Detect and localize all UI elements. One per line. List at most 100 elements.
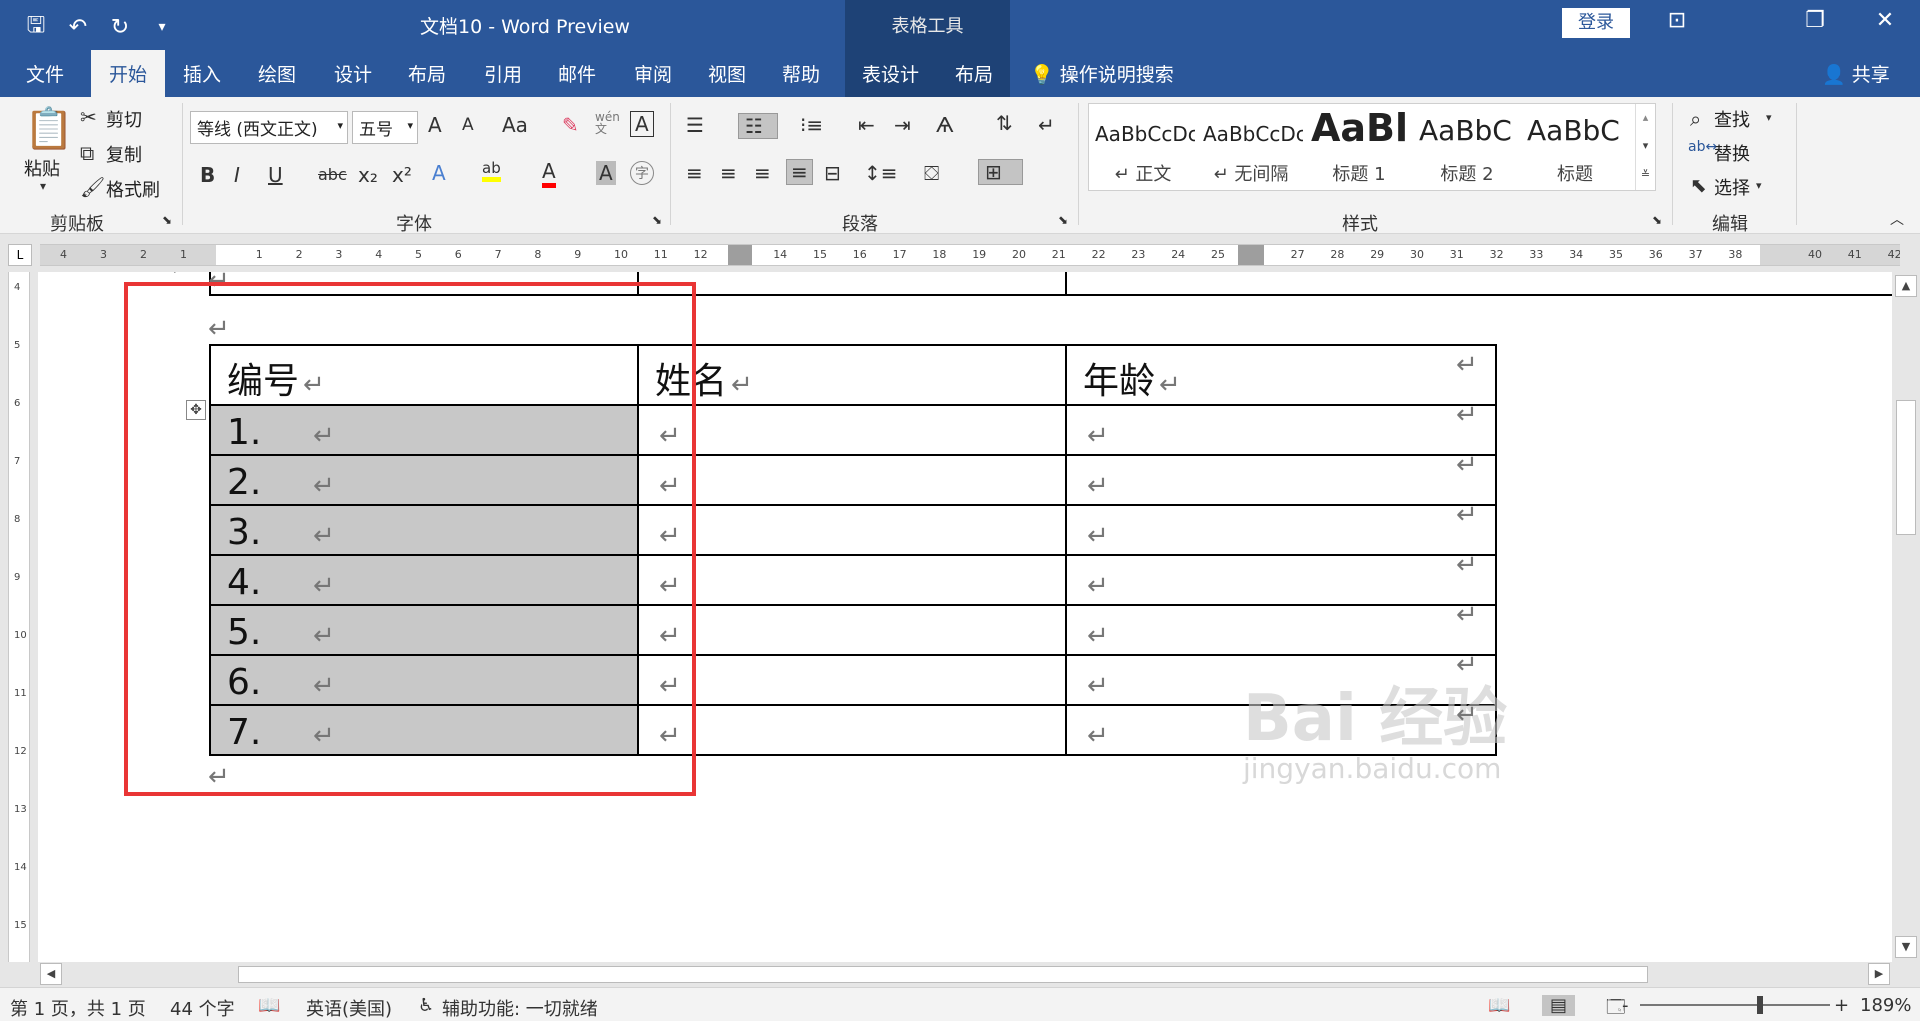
zoom-slider-thumb[interactable]: [1757, 996, 1763, 1014]
scroll-right-button[interactable]: ▶: [1868, 963, 1890, 985]
align-right-icon[interactable]: ≡: [754, 161, 771, 185]
undo-icon[interactable]: ↶: [64, 15, 92, 40]
bold-button[interactable]: B: [200, 163, 215, 187]
sort-icon[interactable]: ⇅: [996, 111, 1013, 135]
print-layout-icon[interactable]: ▤: [1542, 995, 1576, 1016]
zoom-in-button[interactable]: +: [1834, 995, 1849, 1016]
tab-references[interactable]: 引用: [484, 60, 522, 87]
multilevel-list-icon[interactable]: ⁝≡: [800, 113, 823, 137]
font-color-button[interactable]: A: [542, 159, 556, 188]
format-painter-button[interactable]: 格式刷: [106, 176, 160, 202]
underline-button[interactable]: U: [268, 163, 283, 187]
table-cell[interactable]: ↵: [637, 554, 1067, 606]
increase-indent-icon[interactable]: ⇥: [894, 113, 911, 137]
login-button[interactable]: 登录: [1562, 8, 1630, 38]
text-effects-icon[interactable]: A: [432, 161, 446, 185]
italic-button[interactable]: I: [234, 163, 240, 187]
header-cell[interactable]: 年龄 ↵: [1065, 344, 1497, 406]
chinese-layout-icon[interactable]: Ѧ: [936, 113, 954, 137]
zoom-out-button[interactable]: -: [1622, 995, 1629, 1016]
table-cell[interactable]: ↵: [637, 604, 1067, 656]
language-status[interactable]: 英语(美国): [306, 995, 392, 1021]
tab-file[interactable]: 文件: [26, 60, 64, 87]
table-cell[interactable]: ↵: [637, 454, 1067, 506]
accessibility-icon[interactable]: ♿: [418, 995, 434, 1016]
style-title[interactable]: AaBbC 标题: [1521, 104, 1629, 190]
page-count[interactable]: 第 1 页，共 1 页: [10, 995, 146, 1021]
borders-icon[interactable]: ⊞: [978, 159, 1023, 185]
table-cell[interactable]: ↵: [1065, 504, 1497, 556]
table-cell[interactable]: ↵: [637, 504, 1067, 556]
tab-home[interactable]: 开始: [91, 50, 166, 97]
gallery-scroll-up[interactable]: ▴: [1635, 104, 1655, 132]
tab-insert[interactable]: 插入: [183, 60, 221, 87]
customize-qat-icon[interactable]: ▾: [148, 19, 176, 35]
paste-icon[interactable]: 📋: [24, 105, 74, 152]
highlight-color-button[interactable]: ab: [482, 159, 501, 182]
phonetic-guide-icon[interactable]: wén文: [595, 111, 621, 135]
read-mode-icon[interactable]: 📖: [1488, 995, 1510, 1016]
scroll-left-button[interactable]: ◀: [40, 963, 62, 985]
vertical-scroll-thumb[interactable]: [1896, 400, 1916, 535]
redo-icon[interactable]: ↻: [106, 15, 134, 40]
font-name-combobox[interactable]: 等线 (西文正文) ▾: [190, 111, 348, 144]
table-cell[interactable]: ↵: [637, 654, 1067, 706]
distributed-icon[interactable]: ⊟: [824, 161, 841, 185]
subscript-button[interactable]: x₂: [358, 163, 378, 187]
styles-launcher-icon[interactable]: ⬊: [1652, 213, 1662, 227]
ruler-strip[interactable]: 4 3 2 1 1 2 3 4 5 6 7 8 9 10 11 12 14 15 16 17 18 19 20 21 22 23 2…: [40, 244, 1900, 266]
table-cell[interactable]: ↵: [1065, 604, 1497, 656]
vertical-ruler[interactable]: 4 5 6 7 8 9 10 11 12 13 14 15: [8, 272, 30, 962]
style-heading-2[interactable]: AaBbC 标题 2: [1413, 104, 1521, 190]
shading-icon[interactable]: ⛋: [924, 161, 939, 185]
justify-icon[interactable]: ≡: [786, 159, 813, 185]
tab-draw[interactable]: 绘图: [258, 60, 296, 87]
tab-review[interactable]: 审阅: [634, 60, 672, 87]
document-area[interactable]: ↵ ↵ ↵ ✥ 编号↵ 姓名↵ 年龄↵ 1.↵↵↵2.↵↵↵3.↵↵↵4.↵↵↵…: [38, 272, 1892, 962]
clear-formatting-icon[interactable]: ✎: [562, 113, 579, 137]
enclose-characters-button[interactable]: 字: [630, 161, 654, 185]
select-button[interactable]: 选择: [1714, 174, 1750, 200]
share-button[interactable]: 👤 共享: [1822, 60, 1890, 87]
page[interactable]: ↵ ↵ ↵ ✥ 编号↵ 姓名↵ 年龄↵ 1.↵↵↵2.↵↵↵3.↵↵↵4.↵↵↵…: [38, 272, 1892, 962]
font-launcher-icon[interactable]: ⬊: [652, 213, 662, 227]
align-left-icon[interactable]: ≡: [686, 161, 703, 185]
align-center-icon[interactable]: ≡: [720, 161, 737, 185]
word-count[interactable]: 44 个字: [170, 995, 235, 1021]
tab-mailings[interactable]: 邮件: [558, 60, 596, 87]
gallery-scroll-down[interactable]: ▾: [1635, 132, 1655, 160]
tab-table-layout[interactable]: 布局: [955, 60, 993, 87]
style-normal[interactable]: AaBbCcDc ↵ 正文: [1089, 104, 1197, 190]
close-icon[interactable]: ✕: [1865, 8, 1905, 33]
superscript-button[interactable]: x²: [392, 163, 412, 187]
decrease-indent-icon[interactable]: ⇤: [858, 113, 875, 137]
clipboard-launcher-icon[interactable]: ⬊: [162, 213, 172, 227]
scroll-up-button[interactable]: ▲: [1895, 275, 1917, 297]
numbering-icon[interactable]: ☷: [738, 113, 778, 139]
tell-me-search[interactable]: 💡 操作说明搜索: [1030, 60, 1174, 87]
character-border-icon[interactable]: A: [630, 111, 654, 137]
collapse-ribbon-icon[interactable]: ︿: [1890, 209, 1904, 229]
table-cell[interactable]: ↵: [1065, 404, 1497, 456]
gallery-more[interactable]: ≚: [1635, 160, 1655, 190]
tab-help[interactable]: 帮助: [782, 60, 820, 87]
style-no-spacing[interactable]: AaBbCcDc ↵ 无间隔: [1197, 104, 1305, 190]
cut-button[interactable]: 剪切: [106, 106, 142, 132]
zoom-slider[interactable]: [1640, 1004, 1830, 1006]
accessibility-status[interactable]: 辅助功能: 一切就绪: [442, 995, 598, 1021]
ruler-column-marker[interactable]: [728, 245, 752, 265]
paste-button[interactable]: 粘贴: [24, 155, 60, 181]
table-cell[interactable]: ↵: [1065, 554, 1497, 606]
save-icon[interactable]: 🖫: [22, 8, 50, 46]
proofing-icon[interactable]: 📖: [258, 995, 280, 1016]
style-heading-1[interactable]: AaBl 标题 1: [1305, 104, 1413, 190]
strikethrough-button[interactable]: abc: [318, 165, 347, 184]
tab-view[interactable]: 视图: [708, 60, 746, 87]
replace-button[interactable]: 替换: [1714, 140, 1750, 166]
grow-font-icon[interactable]: A: [428, 113, 442, 137]
character-shading-button[interactable]: A: [596, 161, 616, 185]
change-case-icon[interactable]: Aa: [502, 113, 528, 137]
table-cell[interactable]: ↵: [637, 404, 1067, 456]
chevron-down-icon[interactable]: ▾: [1756, 179, 1762, 192]
tab-selector[interactable]: L: [8, 244, 32, 266]
